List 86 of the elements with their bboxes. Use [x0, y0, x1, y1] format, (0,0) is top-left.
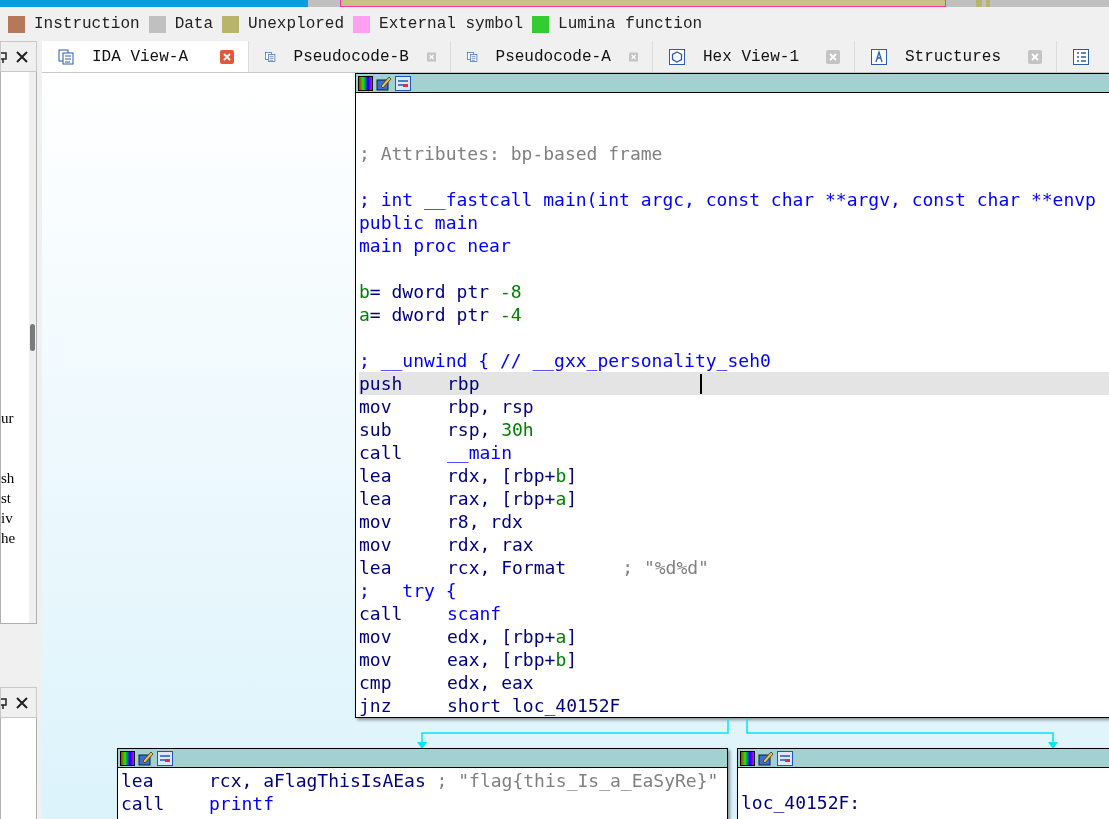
code-text: -4	[499, 303, 522, 326]
code-text: public main	[359, 211, 479, 234]
hexagon-icon	[669, 48, 685, 65]
code-comment: ; "flag{this_Is_a_EaSyRe}"	[435, 769, 719, 792]
mnemonic: lea	[359, 464, 393, 487]
code-text: ; __unwind { // __gxx_personality_seh0	[359, 349, 771, 372]
mnemonic: push	[359, 372, 404, 395]
mnemonic: jnz	[359, 694, 393, 717]
scrollbar-thumb[interactable]	[30, 324, 35, 351]
code-text: ; int __fastcall main(int argc, const char **argv, const char **envp	[359, 188, 1096, 211]
code-text: rax, [rbp+	[447, 487, 556, 510]
list-icon	[1073, 48, 1089, 65]
tab[interactable]: IDA View-A	[42, 41, 249, 72]
code-text: rdx, rax	[447, 533, 534, 556]
code-text: ]	[566, 625, 578, 648]
graph-icon[interactable]	[395, 75, 411, 91]
code-comment: ; Attributes: bp-based frame	[359, 142, 663, 165]
pin-icon[interactable]	[1, 695, 8, 710]
code-text: ]	[566, 487, 578, 510]
code-text: rsp,	[447, 418, 492, 441]
code-text: = dword ptr	[369, 303, 491, 326]
panel-text: iv	[1, 509, 14, 528]
mnemonic: mov	[359, 395, 393, 418]
code-text: short loc_40152F	[447, 694, 621, 717]
code-text: -8	[499, 280, 522, 303]
text-cursor	[700, 374, 702, 394]
code-text: edx, eax	[447, 671, 534, 694]
code-comment: ; "%d%d"	[622, 556, 709, 579]
code-text: rbp, rsp	[447, 395, 534, 418]
mnemonic: cmp	[359, 671, 393, 694]
legend-label: Lumina function	[558, 14, 703, 35]
close-icon[interactable]	[16, 696, 28, 709]
code-text: rcx, aFlagThisIsAEas	[209, 769, 426, 792]
code-text: eax, [rbp+	[447, 648, 556, 671]
mnemonic: sub	[359, 418, 393, 441]
code-text: a	[359, 303, 370, 326]
panel-text: sh	[1, 469, 16, 488]
code-text: __main	[447, 441, 513, 464]
mnemonic: lea	[121, 769, 155, 792]
panel-text: ur	[1, 409, 15, 428]
structure-icon	[871, 48, 887, 65]
mnemonic: mov	[359, 625, 393, 648]
palette-icon[interactable]	[358, 75, 373, 91]
panel-text: st	[1, 489, 12, 508]
code-text: edx, [rbp+	[447, 625, 556, 648]
mnemonic: call	[359, 602, 404, 625]
mnemonic: call	[121, 792, 166, 815]
code-text: ]	[566, 464, 578, 487]
mnemonic: mov	[359, 533, 393, 556]
palette-icon[interactable]	[120, 750, 135, 766]
graph-icon[interactable]	[777, 750, 793, 766]
legend-label: Unexplored	[248, 14, 345, 35]
code-text: b	[555, 648, 567, 671]
code-text: ]	[566, 648, 578, 671]
legend-label: Instruction	[34, 14, 140, 35]
mnemonic: mov	[359, 648, 393, 671]
document-icon	[58, 48, 74, 65]
legend-label: External symbol	[379, 14, 524, 35]
mnemonic: lea	[359, 556, 393, 579]
palette-icon[interactable]	[740, 750, 755, 766]
code-text: rdx, [rbp+	[447, 464, 556, 487]
code-text: r8, rdx	[447, 510, 523, 533]
legend-label: Data	[174, 14, 214, 35]
code-text: rcx, Format	[447, 556, 567, 579]
pencil-icon[interactable]	[376, 75, 392, 91]
code-text: b	[555, 464, 567, 487]
code-text: ; try {	[359, 579, 457, 602]
panel-text: he	[1, 529, 17, 548]
code-text: scanf	[447, 602, 502, 625]
close-icon[interactable]	[16, 50, 28, 63]
code-text: printf	[209, 792, 275, 815]
code-text: rbp	[447, 372, 480, 395]
mnemonic: lea	[359, 487, 393, 510]
code-text: = dword ptr	[369, 280, 491, 303]
mnemonic: call	[359, 441, 404, 464]
pencil-icon[interactable]	[138, 750, 154, 766]
code-text: main proc near	[359, 234, 511, 257]
code-text: loc_40152F:	[741, 791, 861, 814]
pin-icon[interactable]	[1, 49, 8, 64]
pencil-icon[interactable]	[758, 750, 774, 766]
code-text: a	[555, 625, 567, 648]
mnemonic: mov	[359, 510, 393, 533]
graph-icon[interactable]	[157, 750, 173, 766]
code-text: 30h	[501, 418, 534, 441]
code-text: a	[555, 487, 567, 510]
code-text: b	[359, 280, 370, 303]
